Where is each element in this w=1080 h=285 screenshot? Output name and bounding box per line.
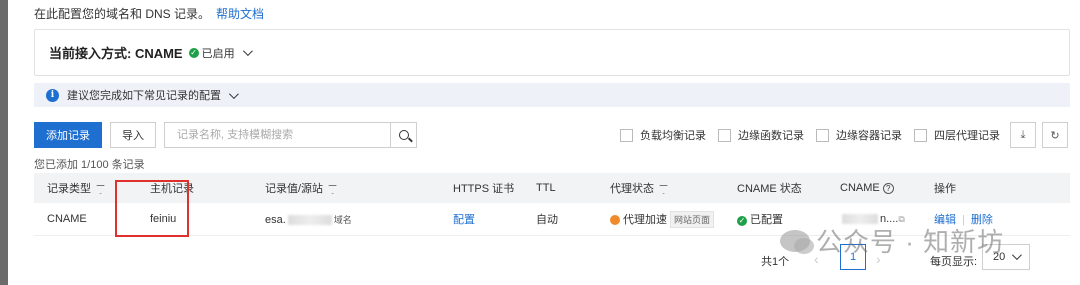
chevron-down-icon [228, 88, 239, 99]
download-icon: ⤓ [1020, 128, 1026, 141]
add-record-button[interactable]: 添加记录 [34, 122, 102, 148]
https-config-link[interactable]: 配置 [453, 211, 475, 227]
refresh-button[interactable]: ↻ [1042, 122, 1068, 148]
access-mode-status[interactable]: ✓ 已启用 [188, 45, 253, 61]
download-button[interactable]: ⤓ [1010, 122, 1036, 148]
header-value: 记录值/源站 [265, 180, 338, 196]
filter-label: 四层代理记录 [934, 130, 1000, 142]
header-cname-status: CNAME 状态 [737, 183, 802, 195]
filter-icon[interactable] [659, 184, 668, 194]
filter-label: 负载均衡记录 [640, 130, 706, 142]
header-type: 记录类型 [47, 180, 105, 196]
access-mode-label: 当前接入方式: CNAME [49, 46, 183, 61]
search-button[interactable] [390, 123, 416, 147]
checkbox[interactable] [620, 128, 633, 142]
cell-ttl: 自动 [536, 214, 558, 226]
record-search [164, 122, 417, 148]
left-edge-bar [0, 0, 8, 285]
check-circle-icon: ✓ [737, 215, 747, 226]
cell-proxy: 代理加速 网站页面 [610, 210, 715, 228]
search-icon [398, 130, 409, 140]
proxy-tag: 网站页面 [670, 210, 715, 228]
cell-cname-status: ✓ 已配置 [737, 211, 783, 227]
check-circle-icon: ✓ [188, 47, 199, 58]
checkbox[interactable] [718, 128, 731, 142]
records-toolbar: 添加记录 导入 负载均衡记录 边缘函数记录 边缘容器记录 四层代理记录 ⤓ ↻ [34, 121, 1070, 149]
host-record-highlight-box [115, 180, 189, 237]
cell-proxy-label: 代理加速 [623, 213, 667, 226]
refresh-icon: ↻ [1050, 129, 1060, 142]
chevron-down-icon [1011, 250, 1022, 261]
filter-layer4-proxy[interactable]: 四层代理记录 [914, 127, 1000, 143]
wechat-icon [780, 229, 814, 254]
filter-edge-function[interactable]: 边缘函数记录 [718, 127, 804, 143]
chevron-down-icon [242, 46, 253, 57]
header-cname-label: CNAME [840, 182, 880, 194]
header-actions: 操作 [934, 183, 956, 195]
header-proxy-label: 代理状态 [610, 183, 654, 195]
header-cname: CNAME? [840, 182, 894, 194]
intro-label: 在此配置您的域名和 DNS 记录。 [34, 7, 211, 21]
header-ttl: TTL [536, 182, 556, 194]
filter-edge-container[interactable]: 边缘容器记录 [816, 127, 902, 143]
proxy-acceleration-icon [610, 214, 620, 225]
table-header: 记录类型 主机记录 记录值/源站 HTTPS 证书 TTL 代理状态 CNAME… [34, 173, 1070, 203]
cell-value: esa. 域名 [265, 213, 352, 226]
info-icon: i [46, 88, 59, 102]
header-https: HTTPS 证书 [453, 183, 515, 195]
redacted-value [287, 214, 332, 225]
cell-value-tag: 域名 [333, 214, 352, 225]
access-mode-status-text: 已启用 [201, 47, 235, 60]
filter-label: 边缘容器记录 [836, 130, 902, 142]
filter-icon[interactable] [96, 184, 105, 194]
header-type-label: 记录类型 [47, 183, 91, 195]
record-filters: 负载均衡记录 边缘函数记录 边缘容器记录 四层代理记录 [620, 127, 1012, 143]
help-doc-link[interactable]: 帮助文档 [216, 7, 264, 21]
checkbox[interactable] [816, 128, 829, 142]
suggestion-bar[interactable]: i 建议您完成如下常见记录的配置 [34, 83, 1070, 107]
header-value-label: 记录值/源站 [265, 183, 324, 195]
watermark-text: 公众号 · 知新坊 [816, 227, 1005, 257]
watermark: 公众号 · 知新坊 [780, 222, 1004, 259]
import-button[interactable]: 导入 [110, 122, 156, 148]
cell-cname-status-label: 已配置 [750, 214, 783, 226]
access-mode-box: 当前接入方式: CNAME ✓ 已启用 [34, 29, 1070, 76]
filter-load-balancing[interactable]: 负载均衡记录 [620, 127, 706, 143]
filter-label: 边缘函数记录 [738, 130, 804, 142]
intro-text: 在此配置您的域名和 DNS 记录。 帮助文档 [34, 5, 264, 22]
cell-value-prefix: esa. [265, 213, 286, 226]
cell-type: CNAME [47, 213, 87, 225]
search-input[interactable] [165, 123, 390, 147]
record-count: 您已添加 1/100 条记录 [34, 159, 145, 171]
suggestion-text: 建议您完成如下常见记录的配置 [67, 90, 221, 102]
checkbox[interactable] [914, 128, 927, 142]
help-icon[interactable]: ? [882, 183, 894, 194]
filter-icon[interactable] [328, 184, 338, 194]
header-proxy: 代理状态 [610, 180, 668, 196]
